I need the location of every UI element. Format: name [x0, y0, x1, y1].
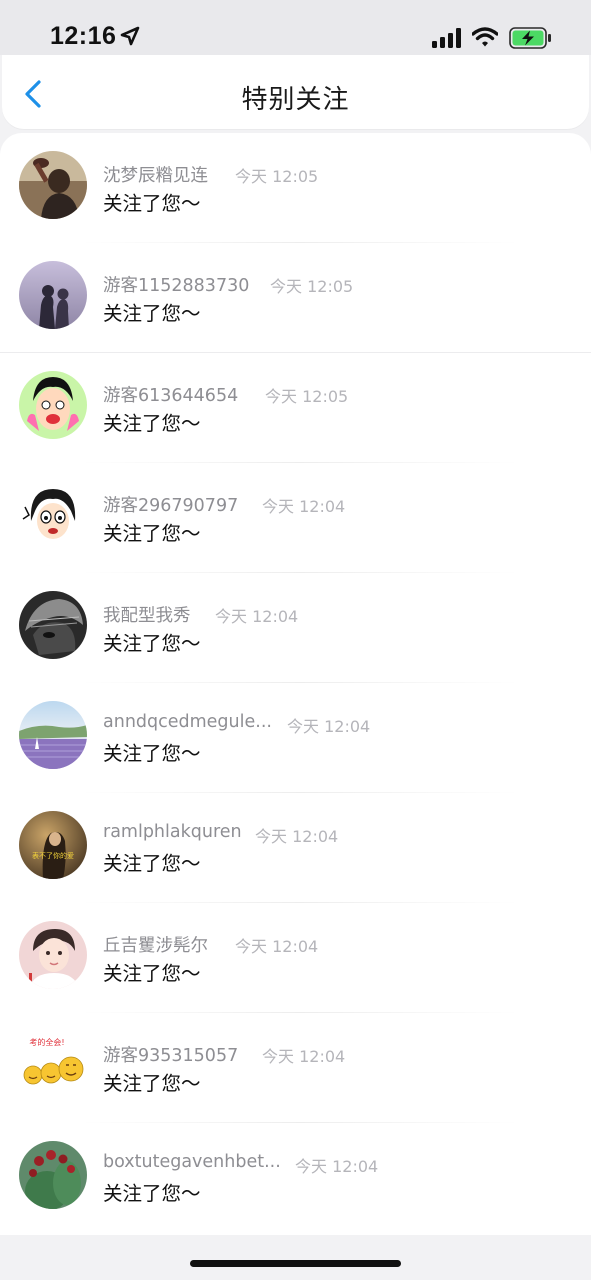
- avatar: 表不了你的爱: [19, 811, 87, 879]
- message-text: 关注了您～: [103, 962, 201, 985]
- list-item[interactable]: boxtutegavenhbet... 今天 12:04 关注了您～: [0, 1123, 591, 1233]
- avatar: [19, 151, 87, 219]
- message-text: 关注了您～: [103, 852, 201, 875]
- user-name: boxtutegavenhbet...: [103, 1152, 281, 1172]
- avatar: [19, 1141, 87, 1209]
- user-name: 游客1152883730: [103, 276, 250, 296]
- navigation-bar: 特别关注: [2, 55, 589, 129]
- user-name: 游客296790797: [103, 496, 239, 516]
- timestamp: 今天 12:04: [295, 1157, 379, 1176]
- list-item[interactable]: anndqcedmegule... 今天 12:04 关注了您～: [0, 683, 591, 793]
- message-text: 关注了您～: [103, 632, 201, 655]
- timestamp: 今天 12:05: [235, 167, 319, 186]
- status-bar: 12:16: [0, 0, 591, 55]
- avatar-caption: 表不了你的爱: [32, 851, 74, 860]
- timestamp: 今天 12:04: [262, 497, 346, 516]
- avatar: [19, 701, 87, 769]
- list-item[interactable]: 表不了你的爱 ramlphlakquren 今天 12:04 关注了您～: [0, 793, 591, 903]
- avatar: [19, 261, 87, 329]
- timestamp: 今天 12:05: [265, 387, 349, 406]
- message-text: 关注了您～: [103, 412, 201, 435]
- avatar-caption: 考的全会!: [29, 1037, 64, 1047]
- list-item[interactable]: 我配型我秀 今天 12:04 关注了您～: [0, 573, 591, 683]
- message-text: 关注了您～: [103, 192, 201, 215]
- cellular-signal-icon: [432, 28, 461, 48]
- timestamp: 今天 12:04: [262, 1047, 346, 1066]
- list-item[interactable]: 游客613644654 今天 12:05 关注了您～: [0, 353, 591, 463]
- status-time: 12:16: [50, 22, 117, 50]
- list-item[interactable]: 考的全会! 游客935315057 今天 12:04 关注了您～: [0, 1013, 591, 1123]
- timestamp: 今天 12:05: [270, 277, 354, 296]
- list-item[interactable]: 游客296790797 今天 12:04 关注了您～: [0, 463, 591, 573]
- user-name: anndqcedmegule...: [103, 712, 272, 732]
- location-arrow-icon: [120, 26, 140, 46]
- user-name: 游客935315057: [103, 1046, 239, 1066]
- list-item[interactable]: 丘吉矍涉髡尔 今天 12:04 关注了您～: [0, 903, 591, 1013]
- follow-notification-list: 沈梦辰糌见连 今天 12:05 关注了您～ 游客1152883730 今天 12…: [0, 133, 591, 1235]
- home-indicator: [190, 1260, 401, 1267]
- message-text: 关注了您～: [103, 742, 201, 765]
- avatar: [19, 921, 87, 989]
- message-text: 关注了您～: [103, 1182, 201, 1205]
- page-title: 特别关注: [241, 85, 350, 115]
- battery-charging-icon: [509, 27, 551, 49]
- list-item[interactable]: 游客1152883730 今天 12:05 关注了您～: [0, 243, 591, 353]
- message-text: 关注了您～: [103, 522, 201, 545]
- message-text: 关注了您～: [103, 302, 201, 325]
- user-name: 游客613644654: [103, 386, 239, 406]
- timestamp: 今天 12:04: [215, 607, 299, 626]
- user-name: ramlphlakquren: [103, 822, 242, 842]
- user-name: 丘吉矍涉髡尔: [103, 936, 208, 956]
- timestamp: 今天 12:04: [235, 937, 319, 956]
- timestamp: 今天 12:04: [255, 827, 339, 846]
- user-name: 我配型我秀: [103, 606, 191, 626]
- user-name: 沈梦辰糌见连: [103, 166, 208, 186]
- avatar: [19, 591, 87, 659]
- timestamp: 今天 12:04: [287, 717, 371, 736]
- avatar: [19, 371, 87, 439]
- avatar: [19, 481, 87, 549]
- wifi-icon: [472, 27, 498, 47]
- message-text: 关注了您～: [103, 1072, 201, 1095]
- list-item[interactable]: 沈梦辰糌见连 今天 12:05 关注了您～: [0, 133, 591, 243]
- avatar: 考的全会!: [19, 1031, 87, 1099]
